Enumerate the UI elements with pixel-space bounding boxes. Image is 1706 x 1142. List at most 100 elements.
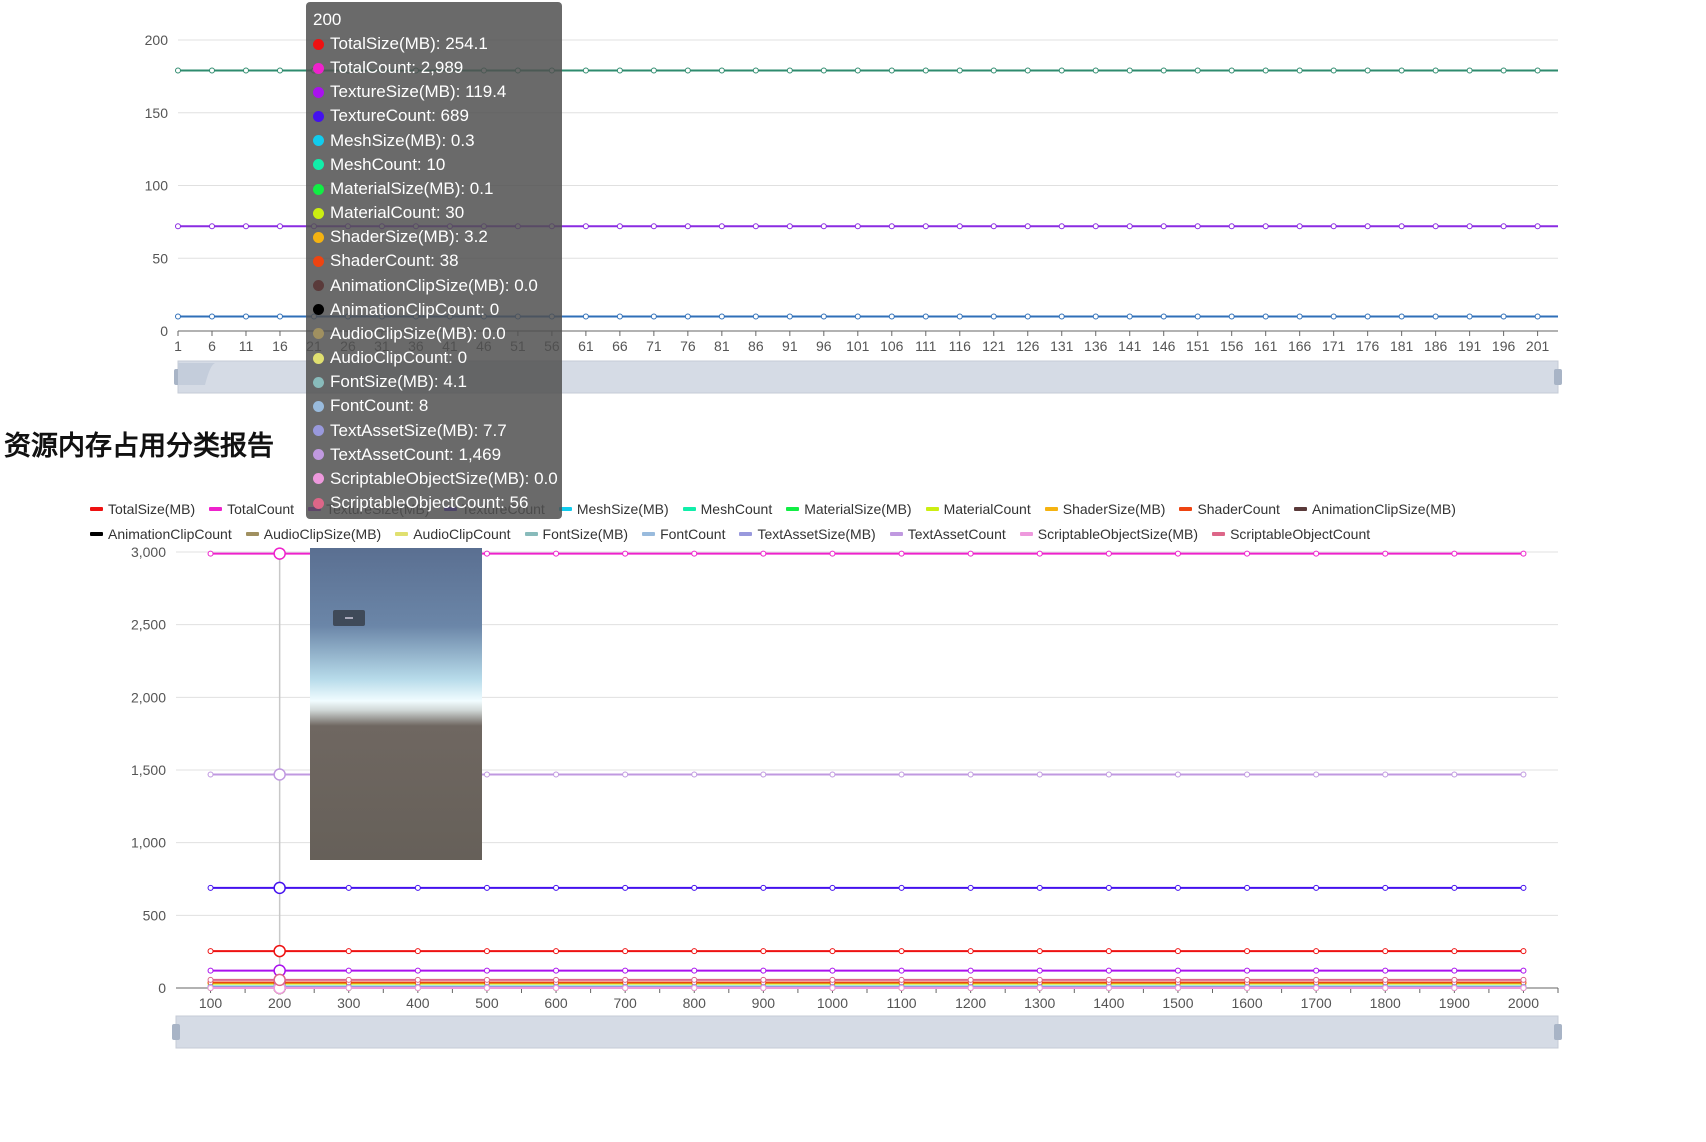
- x-tick-label: 100: [199, 995, 223, 1011]
- data-point: [1228, 67, 1235, 74]
- x-tick-label: 1000: [817, 995, 848, 1011]
- data-point: [786, 313, 793, 320]
- data-point: [820, 67, 827, 74]
- data-point: [483, 967, 490, 974]
- data-point: [1313, 976, 1320, 983]
- data-point: [1160, 67, 1167, 74]
- tooltip-row: TextAssetSize(MB): 7.7: [313, 419, 562, 443]
- overlay-image-panel: [310, 548, 482, 860]
- tooltip-dot: [313, 183, 324, 195]
- x-tick-label: 96: [816, 338, 832, 354]
- data-point: [1382, 985, 1389, 991]
- data-point: [1398, 313, 1405, 320]
- data-point: [276, 223, 283, 230]
- tooltip-dot: [313, 159, 324, 171]
- data-point: [1244, 948, 1251, 955]
- x-tick-label: 11: [239, 338, 254, 354]
- x-tick-label: 1400: [1093, 995, 1124, 1011]
- data-point: [898, 771, 905, 778]
- data-point: [1364, 313, 1371, 320]
- data-point: [616, 67, 623, 74]
- tooltip-dot: [313, 62, 324, 74]
- data-point: [760, 976, 767, 983]
- x-tick-label: 201: [1526, 338, 1550, 354]
- data-point: [1432, 223, 1439, 230]
- data-point: [1105, 884, 1112, 891]
- data-point: [1330, 67, 1337, 74]
- data-point: [691, 884, 698, 891]
- data-point: [820, 223, 827, 230]
- data-point: [898, 550, 905, 557]
- datazoom-left-handle: [172, 1024, 180, 1040]
- tooltip-dot: [313, 280, 324, 292]
- data-point: [1244, 985, 1251, 991]
- data-point: [898, 976, 905, 983]
- data-point: [1036, 771, 1043, 778]
- data-point: [967, 967, 974, 974]
- tooltip-row: FontSize(MB): 4.1: [313, 370, 562, 394]
- data-point: [1174, 550, 1181, 557]
- tooltip-row: ShaderCount: 38: [313, 249, 562, 273]
- tooltip-row-text: ShaderSize(MB): 3.2: [330, 227, 488, 247]
- top-line-chart: 0501001502001611162126313641465156616671…: [145, 32, 1562, 394]
- data-point: [622, 976, 629, 983]
- data-point: [829, 985, 836, 991]
- tooltip-row-text: AudioClipSize(MB): 0.0: [330, 323, 506, 343]
- x-tick-label: 1300: [1024, 995, 1055, 1011]
- data-point: [752, 313, 759, 320]
- data-point: [1520, 976, 1527, 983]
- data-point: [898, 884, 905, 891]
- tooltip-dot: [313, 207, 324, 219]
- data-point: [1244, 967, 1251, 974]
- data-point: [1534, 313, 1541, 320]
- y-tick-label: 1,000: [131, 835, 166, 851]
- data-point: [922, 223, 929, 230]
- tooltip-dot: [313, 473, 324, 485]
- x-tick-label: 66: [612, 338, 628, 354]
- tooltip-row-text: TextAssetSize(MB): 7.7: [330, 420, 507, 440]
- data-point: [760, 771, 767, 778]
- tooltip-row-text: FontSize(MB): 4.1: [330, 372, 467, 392]
- x-tick-label: 1: [174, 338, 182, 354]
- x-tick-label: 111: [915, 338, 936, 354]
- data-point: [1313, 967, 1320, 974]
- data-point: [1092, 313, 1099, 320]
- tooltip-row: MaterialCount: 30: [313, 201, 562, 225]
- data-point: [760, 967, 767, 974]
- data-point: [622, 884, 629, 891]
- data-point: [718, 223, 725, 230]
- x-tick-label: 176: [1356, 338, 1380, 354]
- data-point: [1520, 948, 1527, 955]
- tooltip-row: TextAssetCount: 1,469: [313, 443, 562, 467]
- tooltip-dot: [313, 255, 324, 267]
- x-tick-label: 61: [578, 338, 594, 354]
- data-point: [684, 313, 691, 320]
- data-point: [898, 985, 905, 991]
- x-tick-label: 126: [1016, 338, 1040, 354]
- data-point: [175, 67, 181, 74]
- data-point: [1451, 550, 1458, 557]
- data-point: [414, 976, 421, 983]
- data-point: [273, 944, 286, 958]
- x-tick-label: 146: [1152, 338, 1176, 354]
- tooltip-row-text: MaterialCount: 30: [330, 203, 465, 223]
- chart-tooltip: 200 TotalSize(MB): 254.1 TotalCount: 2,98…: [306, 2, 562, 520]
- tooltip-row: ScriptableObjectSize(MB): 0.0: [313, 467, 562, 491]
- data-point: [888, 313, 895, 320]
- tooltip-row: AudioClipCount: 0: [313, 346, 562, 370]
- tooltip-row-text: MaterialSize(MB): 0.1: [330, 178, 494, 198]
- data-point: [922, 313, 929, 320]
- data-point: [1296, 223, 1303, 230]
- data-point: [1313, 948, 1320, 955]
- data-point: [1092, 223, 1099, 230]
- data-point: [345, 976, 352, 983]
- tooltip-dot: [313, 135, 324, 147]
- x-tick-label: 16: [272, 338, 288, 354]
- data-point: [1262, 223, 1269, 230]
- data-point: [1520, 550, 1527, 557]
- data-point: [553, 884, 560, 891]
- data-point: [1382, 967, 1389, 974]
- data-point: [207, 967, 214, 974]
- x-tick-label: 191: [1458, 338, 1482, 354]
- tooltip-dot: [313, 400, 324, 412]
